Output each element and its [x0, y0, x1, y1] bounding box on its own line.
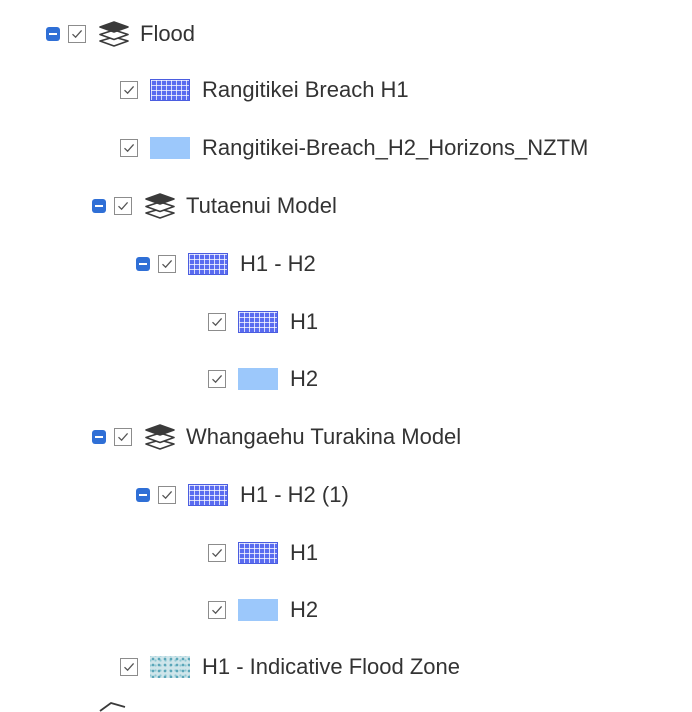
checkmark-icon	[210, 372, 224, 386]
grid-swatch-icon	[238, 542, 278, 564]
checkbox-indicative-flood-zone[interactable]	[120, 658, 138, 676]
checkmark-icon	[116, 199, 130, 213]
checkmark-icon	[160, 257, 174, 271]
tree-row-whangaehu-h1: H1	[208, 533, 318, 573]
layer-tree: Flood Rangitikei Breach H1 Rangitikei-Br…	[0, 0, 692, 712]
tree-row-flood: Flood	[46, 14, 195, 54]
grid-swatch-icon	[238, 311, 278, 333]
tree-row-rangitikei-breach-h1: Rangitikei Breach H1	[120, 70, 409, 110]
layers-group-icon	[98, 20, 130, 48]
layer-label-tutaenui-h1: H1	[290, 309, 319, 334]
collapse-tutaenui-button[interactable]	[92, 199, 106, 213]
checkmark-icon	[210, 315, 224, 329]
checkbox-whangaehu-h2[interactable]	[208, 601, 226, 619]
tree-row-tutaenui-h1-h2: H1 - H2	[136, 244, 316, 284]
checkbox-whangaehu-turakina-model[interactable]	[114, 428, 132, 446]
checkmark-icon	[116, 430, 130, 444]
checkmark-icon	[70, 27, 84, 41]
layer-label-rangitikei-breach-h2: Rangitikei-Breach_H2_Horizons_NZTM	[202, 135, 589, 160]
layer-label-indicative-flood-zone: H1 - Indicative Flood Zone	[202, 654, 461, 679]
tree-row-tutaenui-h1: H1	[208, 302, 318, 342]
grid-swatch-icon	[150, 79, 190, 101]
grid-swatch-icon	[188, 253, 228, 275]
layer-label-rangitikei-breach-h1: Rangitikei Breach H1	[202, 77, 409, 102]
collapse-whangaehu-h1-h2-button[interactable]	[136, 488, 150, 502]
checkbox-tutaenui-model[interactable]	[114, 197, 132, 215]
checkmark-icon	[122, 660, 136, 674]
checkmark-icon	[122, 141, 136, 155]
checkmark-icon	[160, 488, 174, 502]
tree-row-whangaehu-turakina-model: Whangaehu Turakina Model	[92, 417, 461, 457]
tree-row-whangaehu-h1-h2: H1 - H2 (1)	[136, 475, 349, 515]
checkbox-tutaenui-h1[interactable]	[208, 313, 226, 331]
grid-swatch-icon	[188, 484, 228, 506]
checkbox-whangaehu-h1-h2[interactable]	[158, 486, 176, 504]
layer-label-whangaehu-h1: H1	[290, 540, 319, 565]
dotted-swatch-icon	[150, 656, 190, 678]
checkbox-flood[interactable]	[68, 25, 86, 43]
collapse-flood-button[interactable]	[46, 27, 60, 41]
checkbox-tutaenui-h1-h2[interactable]	[158, 255, 176, 273]
layer-label-whangaehu-h2: H2	[290, 597, 319, 622]
layers-group-icon	[144, 192, 176, 220]
solid-swatch-icon	[150, 137, 190, 159]
layer-label-tutaenui-h1-h2: H1 - H2	[240, 251, 316, 276]
tree-row-tutaenui-model: Tutaenui Model	[92, 186, 337, 226]
checkmark-icon	[210, 603, 224, 617]
checkbox-rangitikei-breach-h2[interactable]	[120, 139, 138, 157]
tree-row-whangaehu-h2: H2	[208, 590, 318, 630]
collapse-whangaehu-button[interactable]	[92, 430, 106, 444]
checkmark-icon	[210, 546, 224, 560]
layers-group-icon	[99, 702, 126, 712]
tree-row-tutaenui-h2: H2	[208, 359, 318, 399]
solid-swatch-icon	[238, 599, 278, 621]
layer-label-tutaenui-model: Tutaenui Model	[186, 193, 337, 218]
layer-label-flood: Flood	[140, 21, 196, 46]
solid-swatch-icon	[238, 368, 278, 390]
layer-label-tutaenui-h2: H2	[290, 366, 319, 391]
layer-label-whangaehu-h1-h2: H1 - H2 (1)	[240, 482, 349, 507]
tree-row-rangitikei-breach-h2: Rangitikei-Breach_H2_Horizons_NZTM	[120, 128, 588, 168]
layer-label-whangaehu-turakina-model: Whangaehu Turakina Model	[186, 424, 462, 449]
checkbox-tutaenui-h2[interactable]	[208, 370, 226, 388]
collapse-tutaenui-h1-h2-button[interactable]	[136, 257, 150, 271]
checkbox-rangitikei-breach-h1[interactable]	[120, 81, 138, 99]
tree-row-indicative-flood-zone: H1 - Indicative Flood Zone	[120, 647, 460, 687]
checkbox-whangaehu-h1[interactable]	[208, 544, 226, 562]
checkmark-icon	[122, 83, 136, 97]
layers-group-icon	[144, 423, 176, 451]
